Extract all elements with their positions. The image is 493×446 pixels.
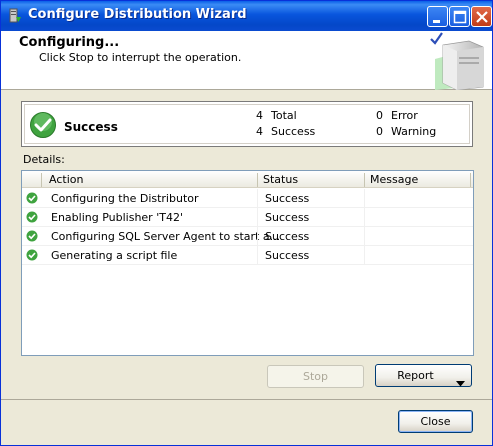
success-check-icon [26, 192, 38, 207]
details-label: Details: [23, 153, 65, 166]
table-header: Action Status Message [22, 171, 473, 188]
page-title: Configuring... [19, 35, 120, 50]
overall-status: Success [64, 120, 118, 134]
wizard-window: Configure Distribution Wizard Configurin… [0, 0, 493, 446]
row-action: Generating a script file [51, 249, 178, 262]
error-count: 0 [376, 109, 383, 122]
success-check-icon [29, 111, 57, 142]
row-status: Success [265, 249, 310, 262]
title-bar[interactable]: Configure Distribution Wizard [1, 1, 492, 31]
row-status: Success [265, 211, 310, 224]
close-window-button[interactable] [471, 6, 492, 27]
warning-count: 0 [376, 125, 383, 138]
row-action: Enabling Publisher 'T42' [51, 211, 183, 224]
maximize-icon [453, 10, 467, 24]
success-check-icon [26, 211, 38, 226]
close-icon [476, 11, 488, 23]
row-status: Success [265, 192, 310, 205]
minimize-button[interactable] [427, 6, 448, 27]
success-check-icon [26, 249, 38, 264]
column-header-message[interactable]: Message [370, 173, 418, 186]
table-row[interactable]: Configuring the Distributor Success [22, 189, 473, 208]
server-check-icon [425, 31, 491, 93]
summary-panel: Success 4 Total 4 Success 0 Error 0 Warn… [21, 101, 473, 147]
details-table[interactable]: Action Status Message Configuring the Di… [21, 170, 474, 356]
total-label: Total [271, 109, 297, 122]
table-row[interactable]: Generating a script file Success [22, 246, 473, 265]
row-action: Configuring SQL Server Agent to start a.… [51, 230, 281, 243]
report-button-label: Report [397, 369, 434, 382]
app-icon [7, 8, 23, 24]
window-title: Configure Distribution Wizard [28, 7, 247, 22]
wizard-header: Configuring... Click Stop to interrupt t… [1, 31, 492, 93]
success-count: 4 [256, 125, 263, 138]
minimize-icon [433, 20, 440, 23]
warning-label: Warning [391, 125, 437, 138]
success-check-icon [26, 230, 38, 245]
row-action: Configuring the Distributor [51, 192, 199, 205]
column-header-action[interactable]: Action [49, 173, 83, 186]
stop-button[interactable]: Stop [267, 365, 364, 388]
page-subtitle: Click Stop to interrupt the operation. [39, 51, 242, 64]
row-status: Success [265, 230, 310, 243]
report-button[interactable]: Report [375, 364, 472, 387]
close-button[interactable]: Close [398, 410, 473, 433]
triangle-down-icon [456, 373, 465, 394]
total-count: 4 [256, 109, 263, 122]
maximize-button[interactable] [449, 6, 470, 27]
table-row[interactable]: Configuring SQL Server Agent to start a.… [22, 227, 473, 246]
error-label: Error [391, 109, 418, 122]
success-label: Success [271, 125, 316, 138]
table-row[interactable]: Enabling Publisher 'T42' Success [22, 208, 473, 227]
column-header-status[interactable]: Status [263, 173, 298, 186]
